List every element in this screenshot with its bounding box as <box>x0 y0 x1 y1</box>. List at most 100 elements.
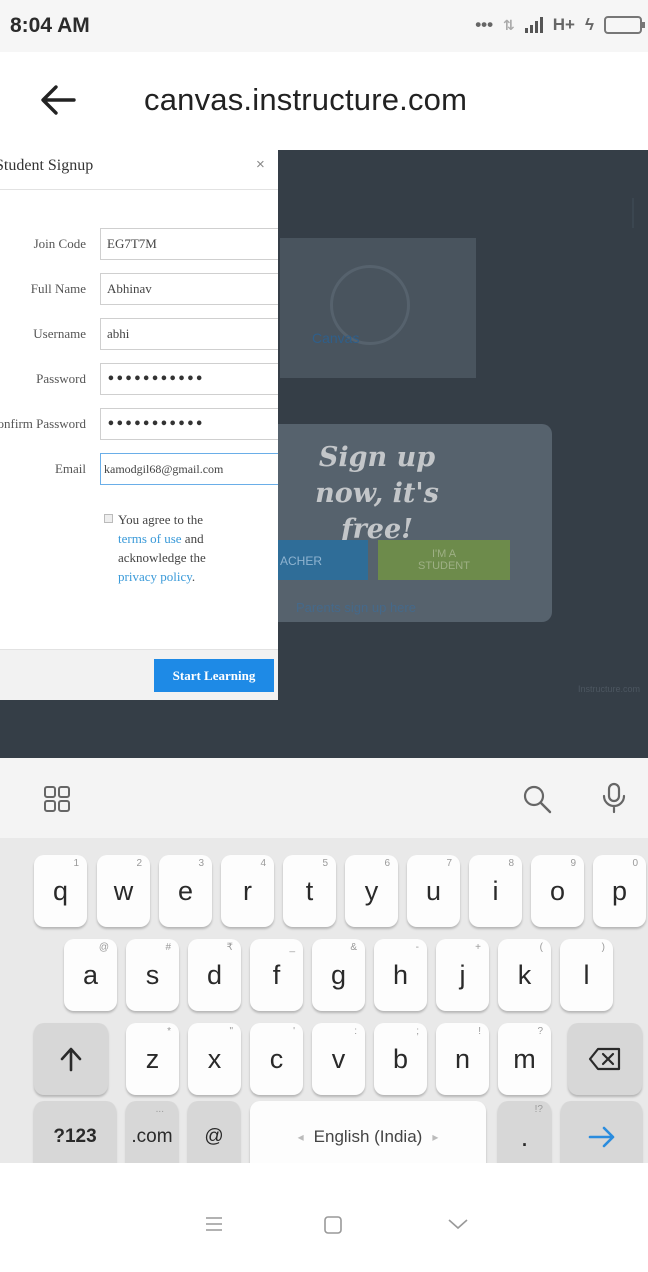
space-language-label: English (India) <box>313 1127 423 1146</box>
backspace-key[interactable] <box>568 1023 642 1095</box>
system-navigation-bar <box>0 1163 648 1272</box>
key-hint: - <box>415 942 419 953</box>
menu-icon[interactable] <box>204 1215 224 1233</box>
privacy-policy-link[interactable]: privacy policy <box>118 569 192 584</box>
key-label: . <box>520 1121 529 1152</box>
key-hint: + <box>475 942 481 953</box>
key-label: f <box>272 959 281 990</box>
key-r[interactable]: 4r <box>221 855 274 927</box>
key-label: o <box>549 875 566 906</box>
key-label: u <box>425 875 442 906</box>
key-hint: ; <box>416 1026 419 1037</box>
key-c[interactable]: ' c <box>250 1023 303 1095</box>
key-o[interactable]: 9o <box>531 855 584 927</box>
key-label: x <box>207 1043 222 1074</box>
full-name-input[interactable] <box>100 273 278 305</box>
key-g[interactable]: & g <box>312 939 365 1011</box>
web-page: Canvas Sign up now, it's free! ACHER I'M… <box>0 150 648 758</box>
key-label: j <box>459 959 466 990</box>
key-h[interactable]: -h <box>374 939 427 1011</box>
key-hint: 9 <box>570 858 576 869</box>
key-m[interactable]: ? m <box>498 1023 551 1095</box>
key-label: g <box>330 959 347 990</box>
key-hint: 8 <box>508 858 514 869</box>
key-l[interactable]: ) l <box>560 939 613 1011</box>
key-label: p <box>611 875 628 906</box>
back-arrow-icon[interactable] <box>38 78 78 122</box>
key-hint: & <box>350 942 357 953</box>
key-hint: 2 <box>136 858 142 869</box>
home-icon[interactable] <box>322 1215 344 1235</box>
terms-text: You agree to the terms of use and acknow… <box>118 510 218 586</box>
key-label: h <box>392 959 409 990</box>
modal-footer: Start Learning <box>0 649 278 700</box>
key-a[interactable]: @ a <box>64 939 117 1011</box>
data-transfer-icon: ⇅ <box>503 16 515 33</box>
key-label: b <box>392 1043 409 1074</box>
key-label: y <box>364 875 379 906</box>
key-label: q <box>52 875 69 906</box>
key-hint: " <box>229 1026 233 1037</box>
key-s[interactable]: # s <box>126 939 179 1011</box>
key-label: w <box>113 875 134 906</box>
key-label: m <box>513 1043 536 1074</box>
microphone-icon[interactable] <box>600 782 628 814</box>
username-input[interactable] <box>100 318 278 350</box>
status-time: 8:04 AM <box>10 14 90 37</box>
key-u[interactable]: 7u <box>407 855 460 927</box>
terms-suffix: . <box>191 569 196 584</box>
signal-strength-icon <box>524 17 543 33</box>
key-hint: * <box>167 1026 171 1037</box>
confirm-password-input[interactable] <box>100 408 278 440</box>
modal-header: Student Signup × <box>0 150 278 190</box>
shift-arrow-icon <box>60 1047 82 1072</box>
language-next-icon: ▸ <box>432 1130 439 1144</box>
key-v[interactable]: :v <box>312 1023 365 1095</box>
key-q[interactable]: 1q <box>34 855 87 927</box>
email-input[interactable] <box>100 453 278 485</box>
key-hint: : <box>354 1026 357 1037</box>
shift-key[interactable] <box>34 1023 108 1095</box>
background-edge-mark <box>632 198 634 228</box>
key-d[interactable]: ₹ d <box>188 939 241 1011</box>
key-t[interactable]: 5t <box>283 855 336 927</box>
key-label: s <box>145 959 160 990</box>
password-input[interactable] <box>100 363 278 395</box>
key-hint: ! <box>478 1026 481 1037</box>
charging-icon: ϟ <box>585 15 594 34</box>
on-screen-keyboard: 1q 2w 3e 4r 5t 6y 7u 8i 9o 0p @ a # s ₹ d _… <box>0 838 648 1173</box>
key-n[interactable]: ! n <box>436 1023 489 1095</box>
key-hint: 3 <box>198 858 204 869</box>
key-z[interactable]: * z <box>126 1023 179 1095</box>
key-j[interactable]: + j <box>436 939 489 1011</box>
terms-checkbox[interactable] <box>104 514 113 523</box>
key-f[interactable]: _ f <box>250 939 303 1011</box>
terms-of-use-link[interactable]: terms of use <box>118 531 182 546</box>
battery-icon <box>604 16 645 34</box>
key-label: r <box>243 875 252 906</box>
key-hint: ( <box>539 942 543 953</box>
key-x[interactable]: " x <box>188 1023 241 1095</box>
key-i[interactable]: 8i <box>469 855 522 927</box>
key-k[interactable]: (k <box>498 939 551 1011</box>
close-icon[interactable]: × <box>256 156 265 173</box>
search-icon[interactable] <box>522 784 552 814</box>
key-hint: ? <box>537 1026 543 1037</box>
join-code-input[interactable] <box>100 228 278 260</box>
key-p[interactable]: 0p <box>593 855 646 927</box>
key-label: a <box>82 959 99 990</box>
key-b[interactable]: ; b <box>374 1023 427 1095</box>
arrow-right-icon <box>588 1126 614 1148</box>
key-label: .com <box>131 1126 173 1147</box>
key-label: c <box>269 1043 284 1074</box>
key-w[interactable]: 2w <box>97 855 150 927</box>
key-label: n <box>454 1043 471 1074</box>
chevron-down-icon[interactable] <box>446 1215 470 1233</box>
key-e[interactable]: 3e <box>159 855 212 927</box>
join-code-label: Join Code <box>33 236 86 251</box>
background-teacher-button: ACHER <box>270 540 368 580</box>
key-y[interactable]: 6y <box>345 855 398 927</box>
grid-menu-icon[interactable] <box>44 786 70 812</box>
start-learning-button[interactable]: Start Learning <box>154 659 274 692</box>
url-text[interactable]: canvas.instructure.com <box>144 82 467 118</box>
